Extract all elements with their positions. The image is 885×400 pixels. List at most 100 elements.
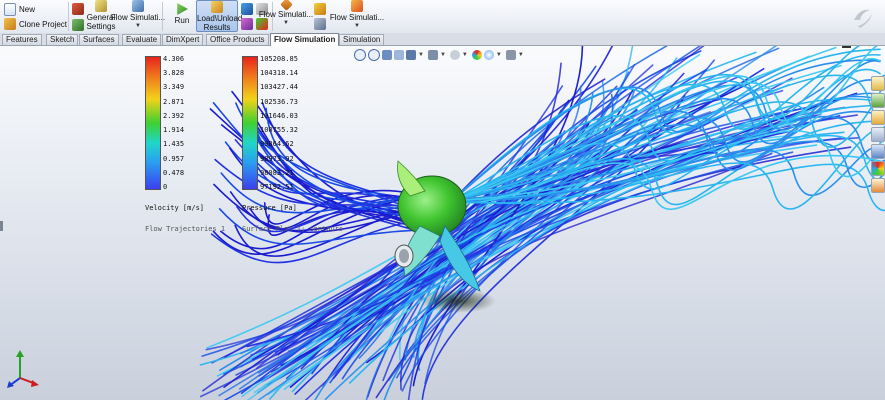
flow-simulation-label-2: Flow Simulati... [258, 10, 314, 19]
tab-flow-simulation[interactable]: Flow Simulation [270, 33, 340, 46]
results-tool-icons [240, 3, 254, 31]
load-unload-results-button[interactable]: Load\Unload Results [196, 0, 242, 32]
run-icon [177, 3, 188, 15]
velocity-legend-subtitle: Flow Trajectories 1 [145, 225, 226, 233]
velocity-scale-tick-label: 2.871 [163, 97, 185, 106]
minimize-icon[interactable]: ▬ [842, 46, 851, 50]
chevron-down-icon[interactable]: ▼ [518, 52, 524, 58]
chevron-down-icon: ▼ [135, 23, 141, 29]
flow-simulation-menu-1[interactable]: Flow Simulati... ▼ [111, 0, 165, 31]
tab-dimxpert[interactable]: DimXpert [162, 34, 204, 45]
command-manager-toolbar: New Clone Project General Settings Flow … [0, 0, 885, 34]
clone-project-button[interactable]: Clone Project [4, 18, 67, 30]
velocity-scale-tick-label: 1.435 [163, 140, 185, 149]
load-results-icon [211, 1, 223, 13]
pressure-scale-tick-label: 102536.73 [260, 97, 298, 106]
apply-scene-icon[interactable] [483, 50, 494, 60]
velocity-color-scale [145, 56, 161, 190]
tab-simulation[interactable]: Simulation [339, 34, 385, 45]
velocity-scale-tick-label: 3.349 [163, 83, 185, 92]
previous-view-icon[interactable] [382, 50, 392, 60]
zoom-to-area-icon[interactable] [368, 49, 380, 61]
file-explorer-icon[interactable] [871, 110, 885, 125]
new-document-icon [4, 3, 16, 16]
chevron-down-icon[interactable]: ▼ [462, 52, 468, 58]
panel-splitter-handle[interactable] [0, 221, 3, 231]
flow-settings-icon[interactable] [72, 19, 84, 31]
flow-probe-icon[interactable] [314, 18, 326, 30]
view-palette-icon[interactable] [871, 144, 885, 159]
flow-simulation-help-icon [351, 0, 363, 12]
clone-project-icon [4, 18, 16, 30]
command-manager-tabs: Features Sketch Surfaces Evaluate DimXpe… [0, 33, 885, 46]
pressure-legend[interactable]: 105208.85 104318.14 103427.44 102536.73 1016… [242, 55, 343, 233]
velocity-scale-tick-label: 1.914 [163, 126, 185, 135]
tab-surfaces[interactable]: Surfaces [79, 34, 119, 45]
analysis-tool-icons [314, 3, 326, 31]
solidworks-logo-icon [854, 9, 872, 28]
axis-triad-icon [7, 350, 39, 388]
heads-up-view-toolbar: ▼ ▼ ▼ ▼ ▼ [354, 49, 526, 61]
chevron-down-icon[interactable]: ▼ [418, 52, 424, 58]
view-orientation-icon[interactable] [406, 50, 416, 60]
velocity-legend-title: Velocity [m/s] [145, 204, 205, 212]
tab-evaluate[interactable]: Evaluate [122, 34, 162, 45]
custom-properties-icon[interactable] [871, 178, 885, 193]
flow-simulation-menu-2[interactable]: Flow Simulati... ▼ [259, 0, 313, 28]
pressure-legend-subtitle: Surface Plot 1: contours [242, 225, 344, 233]
flow-simulation-label-3: Flow Simulati... [329, 13, 385, 22]
clone-project-label: Clone Project [19, 19, 68, 29]
pressure-scale-tick-label: 103427.44 [260, 83, 298, 92]
flow-wizard-icon[interactable] [72, 3, 84, 15]
design-library-icon[interactable] [871, 93, 885, 108]
section-view-icon[interactable] [394, 50, 404, 60]
flow-tool-icons-a [72, 3, 84, 32]
restore-icon[interactable]: ▫ [855, 46, 858, 49]
pressure-scale-tick-label: 100755.32 [260, 126, 298, 135]
search-icon[interactable] [871, 127, 885, 142]
appearances-icon[interactable] [871, 161, 885, 176]
flow-simulation-label-1: Flow Simulati... [110, 13, 166, 22]
hide-show-items-icon[interactable] [449, 50, 460, 60]
view-settings-icon[interactable] [505, 50, 516, 60]
pressure-scale-tick-label: 98083.21 [260, 168, 294, 177]
velocity-scale-tick-label: 0.957 [163, 154, 185, 163]
run-button[interactable]: Run [172, 3, 192, 25]
close-icon[interactable]: ✕ [868, 46, 876, 50]
chevron-down-icon: ▼ [283, 20, 289, 26]
chevron-down-icon: ▼ [354, 23, 360, 29]
graphics-viewport[interactable]: ▬ ▫ ✕ ▼ ▼ ▼ ▼ ▼ 4.306 3.828 3.349 2.871 2.39… [0, 46, 885, 400]
chevron-down-icon[interactable]: ▼ [440, 52, 446, 58]
flow-simulation-icon [132, 0, 144, 12]
pressure-color-scale [242, 56, 258, 190]
new-label: New [19, 5, 36, 14]
flow-simulation-menu-3[interactable]: Flow Simulati... ▼ [329, 0, 385, 31]
velocity-scale-tick-label: 3.828 [163, 69, 185, 78]
pressure-scale-tick-label: 97192.51 [260, 183, 294, 191]
pressure-legend-title: Pressure [Pa] [242, 204, 297, 212]
velocity-scale-tick-label: 4.306 [163, 55, 185, 63]
pressure-scale-tick-label: 104318.14 [260, 69, 298, 78]
results-icon[interactable] [241, 3, 253, 15]
resources-icon[interactable] [871, 76, 885, 91]
edit-appearance-icon[interactable] [471, 50, 482, 60]
tab-features[interactable]: Features [2, 34, 42, 45]
velocity-scale-tick-label: 0 [163, 183, 168, 191]
new-button[interactable]: New [4, 3, 35, 16]
cut-plot-icon[interactable] [241, 18, 253, 30]
pressure-scale-tick-label: 98973.92 [260, 154, 294, 163]
pressure-scale-tick-label: 99864.62 [260, 140, 294, 149]
velocity-scale-tick-label: 0.478 [163, 168, 185, 177]
tab-office-products[interactable]: Office Products [206, 34, 269, 45]
general-settings-icon [95, 0, 107, 12]
tab-sketch[interactable]: Sketch [46, 34, 79, 45]
run-label: Run [174, 16, 190, 25]
zoom-to-fit-icon[interactable] [354, 49, 366, 61]
flow-trajectory-scene [199, 46, 885, 400]
velocity-scale-tick-label: 2.392 [163, 111, 185, 120]
display-style-icon[interactable] [427, 50, 438, 60]
velocity-legend[interactable]: 4.306 3.828 3.349 2.871 2.392 1.914 1.435 0.957… [145, 55, 225, 233]
pressure-scale-tick-label: 105208.85 [260, 55, 298, 63]
point-params-icon[interactable] [314, 3, 326, 15]
chevron-down-icon[interactable]: ▼ [496, 52, 502, 58]
